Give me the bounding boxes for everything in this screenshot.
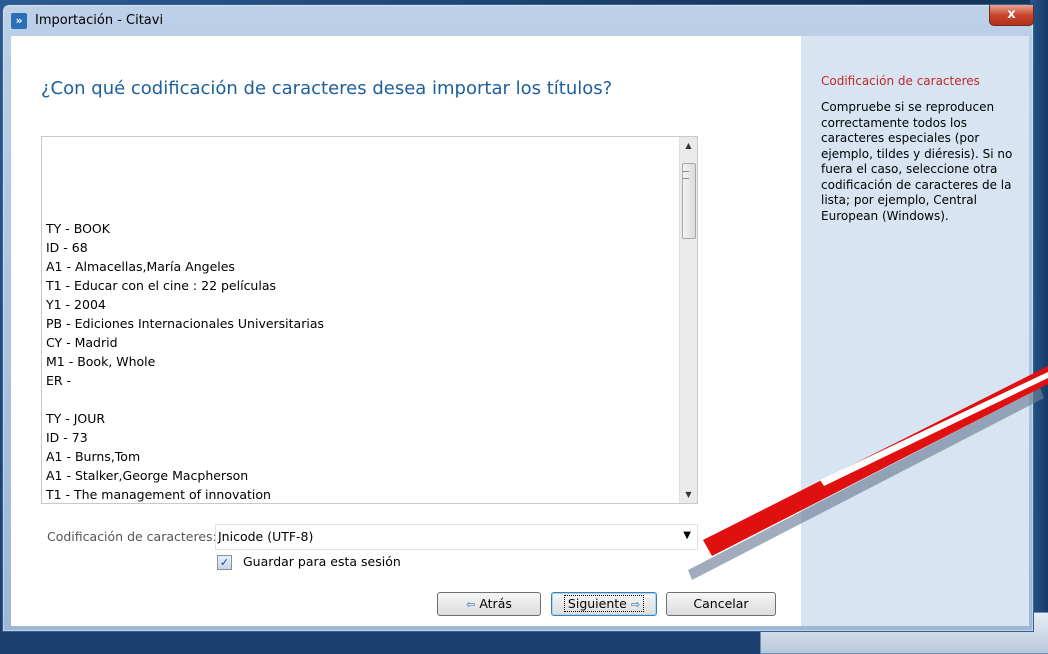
- preview-line: T1 - The management of innovation: [46, 487, 271, 502]
- scroll-down-icon[interactable]: ▼: [680, 486, 697, 503]
- encoding-label: Codificación de caracteres:: [47, 529, 217, 544]
- dialog-client-area: ¿Con qué codificación de caracteres dese…: [11, 36, 1029, 626]
- next-button-focus: Siguiente ⇨: [563, 595, 645, 612]
- encoding-selected-value: Jnicode (UTF-8): [218, 529, 314, 544]
- help-text: Compruebe si se reproducen correctamente…: [821, 100, 1013, 223]
- help-side-panel: Codificación de caracteres Compruebe si …: [801, 36, 1029, 626]
- back-button-label: Atrás: [479, 596, 512, 611]
- preview-line: [46, 390, 324, 409]
- preview-line: T1 - Educar con el cine : 22 películas: [46, 278, 277, 293]
- encoding-dropdown[interactable]: Jnicode (UTF-8) ▼: [215, 524, 698, 550]
- preview-line: ID - 73: [46, 430, 88, 445]
- next-button-label: Siguiente: [567, 596, 627, 611]
- next-button[interactable]: Siguiente ⇨: [551, 592, 657, 616]
- close-button[interactable]: x: [989, 5, 1034, 26]
- preview-line: Y1 - 2004: [46, 297, 106, 312]
- save-session-label[interactable]: Guardar para esta sesión: [243, 554, 401, 569]
- window-title: Importación - Citavi: [35, 13, 164, 28]
- preview-line: TY - JOUR: [46, 411, 106, 426]
- preview-line: PB - Ediciones Internacionales Universit…: [46, 316, 324, 331]
- preview-line: ID - 68: [46, 240, 88, 255]
- main-pane: ¿Con qué codificación de caracteres dese…: [11, 36, 801, 626]
- preview-line: ER -: [46, 373, 72, 388]
- preview-line: A1 - Almacellas,María Angeles: [46, 259, 235, 274]
- import-dialog: » Importación - Citavi x ¿Con qué codifi…: [2, 4, 1034, 632]
- preview-line: A1 - Burns,Tom: [46, 449, 141, 464]
- preview-line: A1 - Stalker,George Macpherson: [46, 468, 249, 483]
- dropdown-arrow-icon[interactable]: ▼: [683, 530, 691, 541]
- back-button[interactable]: ⇦ Atrás: [437, 592, 541, 616]
- page-heading: ¿Con qué codificación de caracteres dese…: [41, 78, 613, 99]
- help-title: Codificación de caracteres: [821, 74, 980, 88]
- preview-line: TY - BOOK: [46, 221, 110, 236]
- save-session-checkbox[interactable]: ✓: [217, 555, 232, 570]
- preview-line: M1 - Book, Whole: [46, 354, 156, 369]
- scroll-grip-icon: [683, 171, 689, 179]
- import-preview-box[interactable]: TY - BOOK ID - 68 A1 - Almacellas,María An…: [41, 136, 698, 504]
- citavi-app-icon: »: [11, 13, 27, 29]
- preview-line: CY - Madrid: [46, 335, 118, 350]
- arrow-left-icon: ⇦: [466, 598, 476, 611]
- preview-text: TY - BOOK ID - 68 A1 - Almacellas,María An…: [46, 219, 324, 503]
- arrow-right-icon: ⇨: [630, 598, 641, 611]
- preview-scrollbar[interactable]: ▲ ▼: [679, 137, 697, 503]
- cancel-button[interactable]: Cancelar: [666, 592, 776, 616]
- title-bar[interactable]: » Importación - Citavi x: [3, 5, 1034, 35]
- scroll-up-icon[interactable]: ▲: [680, 137, 697, 154]
